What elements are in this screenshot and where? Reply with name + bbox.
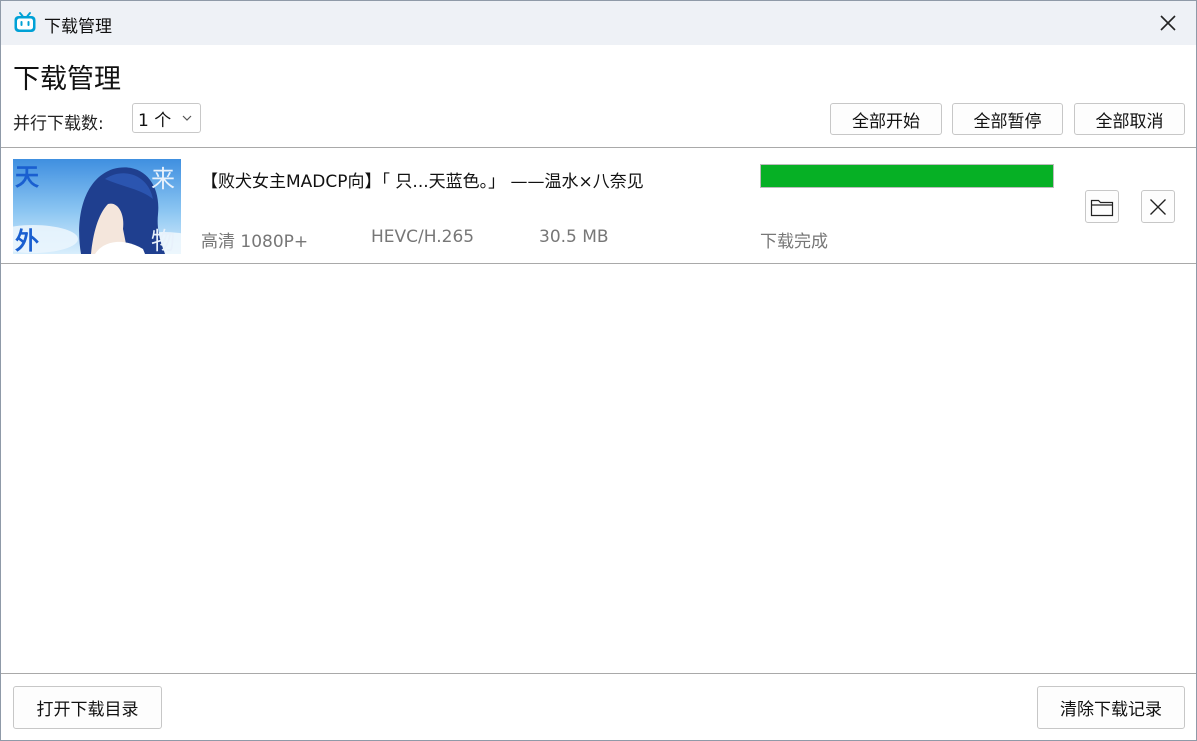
- folder-icon: [1090, 199, 1114, 216]
- list-top-divider: [1, 147, 1196, 148]
- bilibili-tv-icon: [14, 12, 36, 32]
- close-icon: [1160, 15, 1176, 31]
- title-bar: 下载管理: [1, 1, 1196, 45]
- clear-records-button[interactable]: 清除下载记录: [1037, 686, 1185, 729]
- download-manager-window: 下载管理 下载管理 并行下载数: 1 个 全部开始 全部暂停 全部取消 天 外 …: [0, 0, 1197, 741]
- parallel-count-value: 1 个: [138, 110, 172, 131]
- window-close-button[interactable]: [1140, 1, 1196, 45]
- open-download-dir-button[interactable]: 打开下载目录: [13, 686, 162, 729]
- pause-all-button[interactable]: 全部暂停: [952, 103, 1063, 135]
- start-all-button[interactable]: 全部开始: [830, 103, 942, 135]
- window-title: 下载管理: [44, 17, 112, 37]
- open-folder-button[interactable]: [1085, 190, 1119, 223]
- video-thumbnail: 天 外 来 物: [13, 159, 181, 254]
- download-progress-fill: [761, 165, 1053, 187]
- thumbnail-char-1: 天: [15, 163, 39, 191]
- remove-download-button[interactable]: [1141, 190, 1175, 223]
- download-codec: HEVC/H.265: [371, 227, 475, 247]
- close-icon: [1150, 198, 1166, 215]
- thumbnail-char-2: 外: [15, 227, 39, 254]
- list-item-divider: [1, 263, 1196, 264]
- download-title: 【败犬女主MADCP向】「 只...天蓝色。」 ——温水×八奈见: [201, 172, 644, 192]
- download-size: 30.5 MB: [539, 227, 609, 247]
- download-progress-bar: [760, 164, 1054, 188]
- cancel-all-button[interactable]: 全部取消: [1074, 103, 1185, 135]
- download-quality: 高清 1080P+: [201, 232, 309, 252]
- page-title: 下载管理: [13, 64, 121, 95]
- download-status: 下载完成: [760, 232, 828, 252]
- footer-divider: [1, 673, 1196, 674]
- parallel-count-select[interactable]: 1 个: [132, 103, 201, 133]
- thumbnail-char-4: 物: [151, 227, 175, 254]
- chevron-down-icon: [182, 115, 192, 121]
- parallel-count-label: 并行下载数:: [13, 114, 104, 134]
- thumbnail-char-3: 来: [151, 165, 175, 193]
